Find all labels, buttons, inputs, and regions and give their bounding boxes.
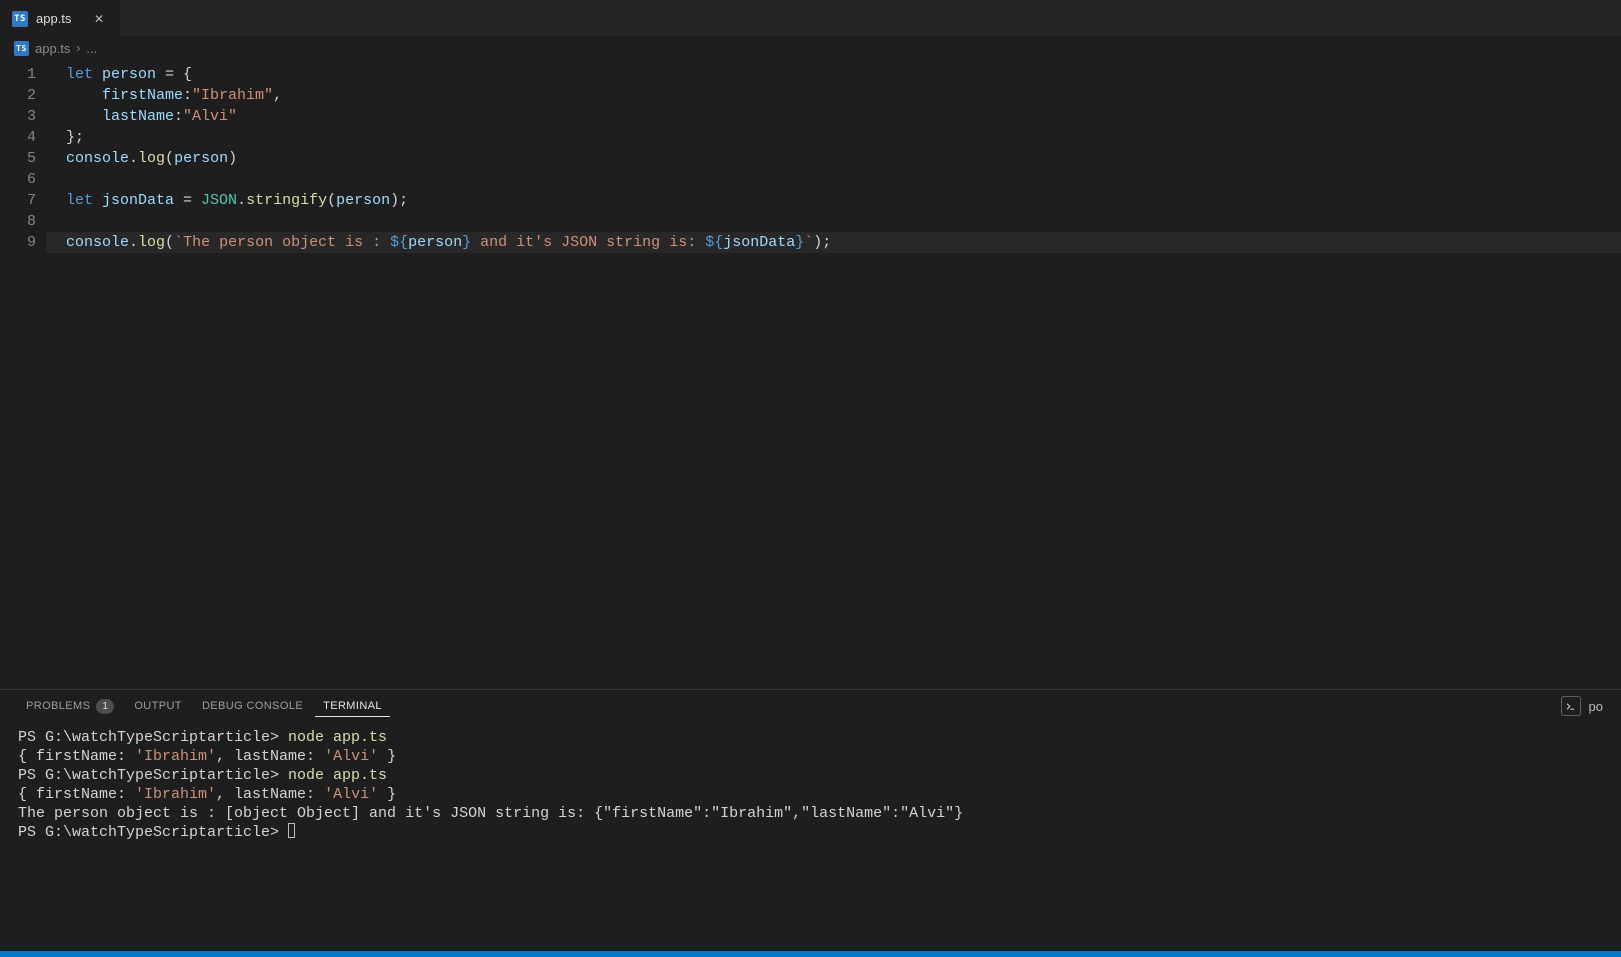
terminal-shell-icon[interactable] [1561,696,1581,716]
tab-problems-label: PROBLEMS [26,700,90,712]
code-line[interactable]: lastName:"Alvi" [46,106,1621,127]
tab-debug-label: DEBUG CONSOLE [202,700,303,712]
tab-app-ts[interactable]: TS app.ts ✕ [0,0,120,36]
tab-debug-console[interactable]: DEBUG CONSOLE [194,696,311,716]
code-line[interactable]: let jsonData = JSON.stringify(person); [46,190,1621,211]
bottom-panel: PROBLEMS 1 OUTPUT DEBUG CONSOLE TERMINAL… [0,689,1621,951]
code-area[interactable]: let person = { firstName:"Ibrahim", last… [46,60,1621,689]
tab-problems[interactable]: PROBLEMS 1 [18,695,122,718]
code-editor[interactable]: 123456789 let person = { firstName:"Ibra… [0,60,1621,689]
typescript-file-icon: TS [12,11,28,27]
code-line[interactable]: }; [46,127,1621,148]
panel-actions: po [1561,696,1603,716]
terminal-output[interactable]: PS G:\watchTypeScriptarticle> node app.t… [0,722,1621,951]
tab-terminal-label: TERMINAL [323,700,382,712]
typescript-file-icon: TS [14,41,29,56]
code-line[interactable] [46,211,1621,232]
tab-output-label: OUTPUT [134,700,182,712]
tab-terminal[interactable]: TERMINAL [315,696,390,717]
chevron-right-icon: › [76,41,80,55]
breadcrumb[interactable]: TS app.ts › ... [0,36,1621,60]
close-icon[interactable]: ✕ [91,11,107,27]
line-number-gutter: 123456789 [0,60,46,689]
code-line[interactable]: console.log(person) [46,148,1621,169]
vscode-window: TS app.ts ✕ TS app.ts › ... 123456789 le… [0,0,1621,957]
tab-label: app.ts [36,11,71,26]
status-bar[interactable] [0,951,1621,957]
code-line[interactable]: let person = { [46,64,1621,85]
problems-count-badge: 1 [96,699,114,714]
code-line[interactable] [46,169,1621,190]
panel-tabs: PROBLEMS 1 OUTPUT DEBUG CONSOLE TERMINAL… [0,690,1621,722]
breadcrumb-file: app.ts [35,41,70,56]
tab-output[interactable]: OUTPUT [126,696,190,716]
code-line[interactable]: console.log(`The person object is : ${pe… [46,232,1621,253]
terminal-shell-label: po [1589,699,1603,714]
breadcrumb-tail: ... [86,41,97,56]
code-line[interactable]: firstName:"Ibrahim", [46,85,1621,106]
tab-bar: TS app.ts ✕ [0,0,1621,36]
